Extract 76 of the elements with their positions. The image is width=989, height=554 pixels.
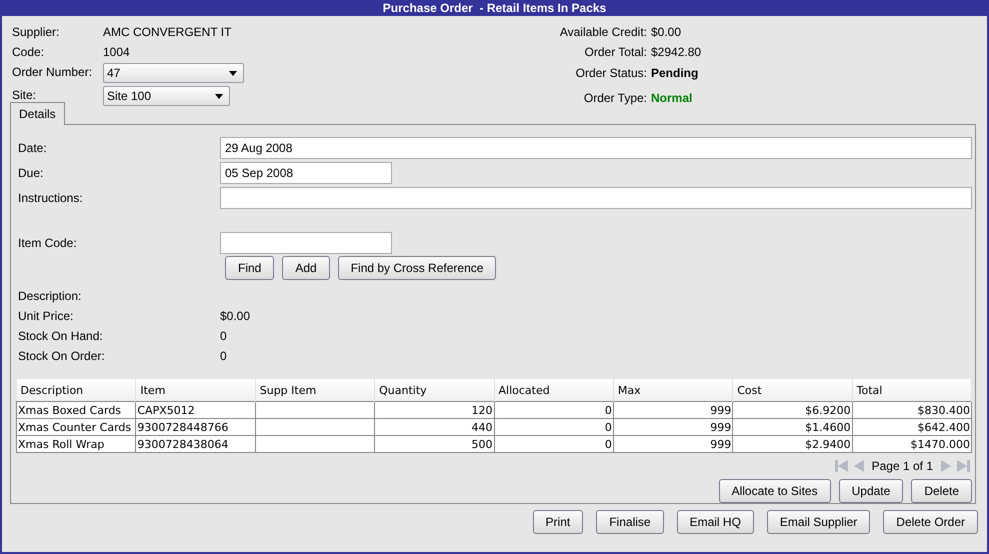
action-button[interactable]: Add [282, 256, 330, 280]
field-label: Instructions: [18, 190, 84, 204]
action-button[interactable]: Email Supplier [766, 510, 870, 534]
action-button[interactable]: Allocate to Sites [718, 479, 831, 503]
column-header[interactable]: Description [16, 379, 136, 402]
table-cell: Xmas Roll Wrap [16, 436, 136, 452]
column-header[interactable]: Allocated [494, 379, 614, 402]
action-button[interactable]: Find [225, 256, 274, 280]
field-label: Supplier: [12, 24, 60, 41]
status-value: Normal [651, 90, 694, 107]
field-label: Stock On Hand: [18, 329, 104, 343]
table-cell: $1.4600 [732, 418, 852, 436]
dropdown[interactable]: Site 100 [103, 86, 230, 106]
caret-icon [215, 94, 223, 98]
table-cell: 9300728448766 [136, 418, 256, 436]
action-button[interactable]: Update [838, 479, 904, 503]
tab[interactable]: Details [10, 102, 65, 125]
table-cell: $6.9200 [732, 402, 852, 418]
table-cell: 9300728438064 [136, 436, 256, 452]
column-header[interactable]: Quantity [374, 379, 494, 402]
table-cell: 0 [494, 418, 614, 436]
table-cell: 999 [613, 436, 733, 452]
field-label: Code: [12, 44, 46, 61]
status-value: Pending [651, 65, 700, 82]
field-value: $0.00 [651, 24, 682, 41]
table-cell: 999 [613, 402, 733, 418]
table-cell: 500 [374, 436, 494, 452]
field-value: 0 [220, 349, 228, 363]
action-button[interactable]: Finalise [596, 510, 664, 534]
table-cell: CAPX5012 [136, 402, 256, 418]
field-label: Unit Price: [18, 309, 74, 323]
field-label: Item Code: [18, 236, 78, 250]
column-header[interactable]: Cost [732, 379, 852, 402]
field-value: $2942.80 [651, 44, 702, 61]
input-field[interactable] [220, 232, 392, 254]
table-cell: Xmas Counter Cards [16, 418, 136, 436]
table-cell: 440 [374, 418, 494, 436]
input-field[interactable]: 05 Sep 2008 [220, 162, 392, 184]
input-field[interactable] [220, 186, 972, 208]
page-indicator: Page 1 of 1 [870, 459, 934, 473]
table-cell: 0 [494, 436, 614, 452]
field-label: Description: [18, 289, 82, 303]
table-cell: 120 [374, 402, 494, 418]
field-label: Order Number: [12, 64, 94, 81]
field-label: Stock On Order: [18, 349, 106, 363]
caret-icon [229, 70, 237, 76]
field-value: 0 [220, 329, 228, 343]
action-button[interactable]: Email HQ [676, 510, 754, 534]
dropdown[interactable]: 47 [103, 63, 244, 83]
table-cell: 0 [494, 402, 614, 418]
field-value: 1004 [103, 44, 131, 61]
column-header[interactable]: Max [613, 379, 733, 402]
table-cell: 999 [613, 418, 733, 436]
table-cell: Xmas Boxed Cards [16, 402, 136, 418]
field-label: Order Total: [584, 44, 647, 61]
table-cell: $1470.000 [852, 436, 972, 452]
field-label: Due: [18, 166, 44, 180]
action-button[interactable]: Delete [911, 479, 972, 503]
field-value: AMC CONVERGENT IT [103, 24, 232, 41]
column-header[interactable]: Total [852, 379, 972, 402]
action-button[interactable]: Find by Cross Reference [338, 256, 496, 280]
table-cell: $2.9400 [732, 436, 852, 452]
field-label: Order Type: [582, 90, 647, 107]
field-label: Available Credit: [558, 24, 647, 41]
column-header[interactable]: Item [136, 379, 256, 402]
field-label: Date: [18, 140, 48, 154]
action-button[interactable]: Print [532, 510, 584, 534]
action-button[interactable]: Delete Order [883, 510, 978, 534]
field-value: $0.00 [220, 309, 252, 323]
field-label: Site: [12, 87, 38, 104]
input-field[interactable]: 29 Aug 2008 [220, 136, 972, 158]
column-header[interactable]: Supp Item [255, 379, 375, 402]
table-cell: $642.400 [852, 418, 972, 436]
window-title: Purchase Order - Retail Items In Packs [382, 1, 606, 15]
table-cell: $830.400 [852, 402, 972, 418]
field-label: Order Status: [574, 65, 647, 82]
